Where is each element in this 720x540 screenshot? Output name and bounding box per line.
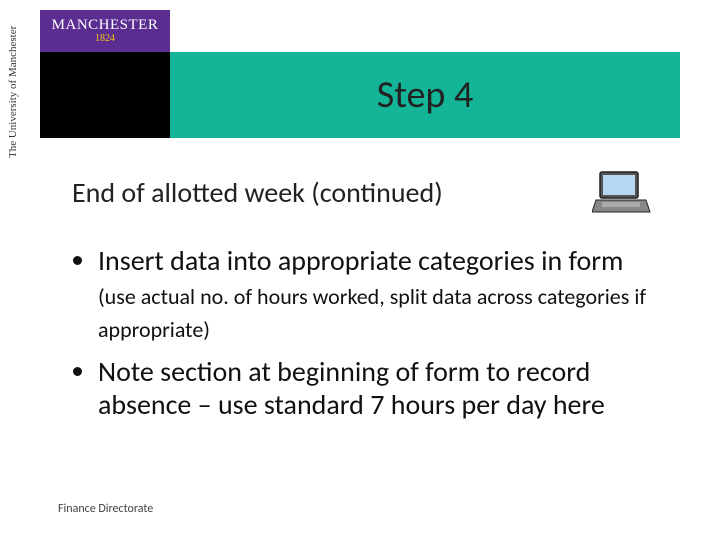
bullet-lead: Note section at beginning of form to rec…	[98, 354, 605, 423]
bullet-list: Insert data into appropriate categories …	[98, 244, 662, 422]
header-black-block	[40, 52, 170, 138]
slide-footer: Finance Directorate	[58, 502, 153, 516]
header-green-block: Step 4	[170, 52, 680, 138]
laptop-icon	[592, 170, 652, 216]
logo-line2: 1824	[40, 34, 170, 45]
bullet-lead: Insert data into appropriate categories …	[98, 243, 623, 278]
slide-subheading: End of allotted week (continued)	[72, 175, 443, 210]
slide-header: Step 4	[40, 52, 680, 138]
university-logo: MANCHESTER 1824	[40, 10, 170, 52]
slide-title: Step 4	[377, 72, 474, 118]
bullet-item: Note section at beginning of form to rec…	[98, 355, 662, 422]
logo-line1: MANCHESTER	[40, 18, 170, 34]
bullet-paren: (use actual no. of hours worked, split d…	[98, 283, 646, 344]
slide-content: End of allotted week (continued) Insert …	[72, 175, 662, 432]
logo-sidetext: The University of Manchester	[7, 26, 19, 158]
bullet-item: Insert data into appropriate categories …	[98, 244, 662, 345]
